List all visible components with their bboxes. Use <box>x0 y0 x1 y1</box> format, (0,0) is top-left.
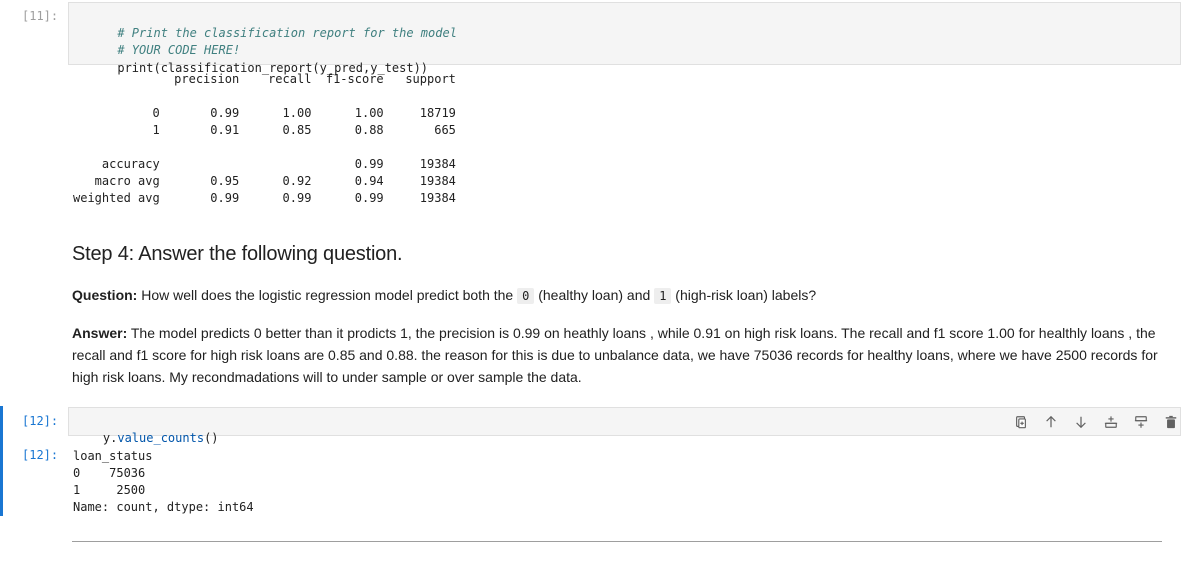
question-label: Question: <box>72 287 138 303</box>
markdown-cell: Step 4: Answer the following question. Q… <box>72 243 1167 388</box>
question-text: (high-risk loan) labels? <box>671 287 817 303</box>
insert-above-icon[interactable] <box>1096 412 1126 432</box>
divider <box>72 541 1162 542</box>
duplicate-icon[interactable] <box>1006 412 1036 432</box>
question-text: (healthy loan) and <box>534 287 655 303</box>
input-prompt: [11]: <box>22 9 59 23</box>
question-text: How well does the logistic regression mo… <box>137 287 518 303</box>
code-editor[interactable]: # Print the classification report for th… <box>68 2 1181 75</box>
inline-code-0: 0 <box>517 288 535 304</box>
code-object: y. <box>102 431 118 445</box>
question-paragraph: Question: How well does the logistic reg… <box>72 284 1167 307</box>
active-cell-indicator <box>0 406 3 516</box>
move-up-icon[interactable] <box>1036 412 1066 432</box>
classification-report-output: precision recall f1-score support 0 0.99… <box>73 72 456 205</box>
move-down-icon[interactable] <box>1066 412 1096 432</box>
code-function: value_counts <box>117 431 205 445</box>
answer-text: The model predicts 0 better than it prod… <box>72 325 1158 385</box>
code-paren: () <box>204 431 219 445</box>
insert-below-icon[interactable] <box>1126 412 1156 432</box>
input-prompt: [12]: <box>22 414 59 428</box>
answer-label: Answer: <box>72 325 128 341</box>
inline-code-1: 1 <box>654 288 672 304</box>
delete-icon[interactable] <box>1156 412 1181 432</box>
code-cell-11: [11]: # Print the classification report … <box>0 0 1181 215</box>
value-counts-output: loan_status 0 75036 1 2500 Name: count, … <box>73 449 254 514</box>
step-heading: Step 4: Answer the following question. <box>72 243 403 265</box>
cell-toolbar <box>1006 412 1181 432</box>
output-prompt: [12]: <box>22 448 59 462</box>
answer-paragraph: Answer: The model predicts 0 better than… <box>72 322 1167 388</box>
